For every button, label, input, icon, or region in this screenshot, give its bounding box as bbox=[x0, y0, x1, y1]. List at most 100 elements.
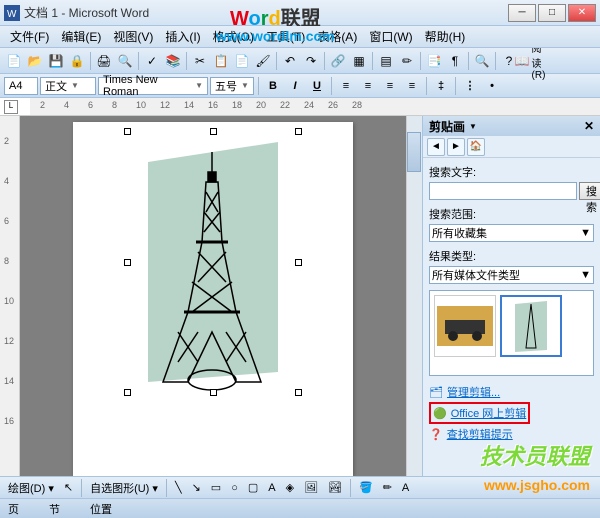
document-area[interactable] bbox=[20, 116, 406, 476]
taskpane-close-button[interactable]: ✕ bbox=[584, 119, 594, 133]
font-color-button[interactable]: A bbox=[398, 480, 413, 496]
resize-handle-ml[interactable] bbox=[124, 259, 131, 266]
type-label: 结果类型: bbox=[429, 248, 594, 264]
drawing-button[interactable]: ✏ bbox=[397, 51, 417, 71]
search-button[interactable]: 搜索 bbox=[579, 182, 600, 200]
redo-button[interactable]: ↷ bbox=[301, 51, 321, 71]
close-button[interactable]: ✕ bbox=[568, 4, 596, 22]
justify-button[interactable]: ≡ bbox=[402, 76, 422, 96]
autoshapes-menu[interactable]: 自选图形(U) ▾ bbox=[86, 478, 162, 498]
show-button[interactable]: ¶ bbox=[445, 51, 465, 71]
save-button[interactable]: 💾 bbox=[46, 51, 66, 71]
drawing-toolbar: 绘图(D) ▾ ↖ 自选图形(U) ▾ ╲ ↘ ▭ ○ ▢ A ◈ 🖼 🏞 🪣 … bbox=[0, 476, 600, 498]
italic-button[interactable]: I bbox=[285, 76, 305, 96]
diagram-button[interactable]: ◈ bbox=[282, 479, 298, 496]
size-dropdown[interactable]: 五号▼ bbox=[210, 77, 254, 95]
permissions-button[interactable]: 🔒 bbox=[67, 51, 87, 71]
wordart-button[interactable]: A bbox=[264, 480, 279, 496]
underline-button[interactable]: U bbox=[307, 76, 327, 96]
menu-window[interactable]: 窗口(W) bbox=[363, 26, 418, 47]
zoom-button[interactable]: 🔍 bbox=[472, 51, 492, 71]
resize-handle-mr[interactable] bbox=[295, 259, 302, 266]
cut-button[interactable]: ✂ bbox=[190, 51, 210, 71]
horizontal-ruler[interactable]: L 2 4 6 8 10 12 14 16 18 20 22 24 26 28 bbox=[0, 98, 600, 116]
scope-dropdown[interactable]: 所有收藏集▼ bbox=[429, 224, 594, 242]
bullets-button[interactable]: • bbox=[482, 76, 502, 96]
clipart-thumb-eiffel[interactable] bbox=[500, 295, 562, 357]
minimize-button[interactable]: ─ bbox=[508, 4, 536, 22]
resize-handle-br[interactable] bbox=[295, 389, 302, 396]
numbering-button[interactable]: ⋮ bbox=[460, 76, 480, 96]
style-dropdown[interactable]: 正文▼ bbox=[40, 77, 96, 95]
page[interactable] bbox=[73, 122, 353, 476]
open-button[interactable]: 📂 bbox=[25, 51, 45, 71]
read-button[interactable]: 📖阅读(R) bbox=[520, 51, 540, 71]
menubar: 文件(F) 编辑(E) 视图(V) 插入(I) 格式(O) 工具(T) 表格(A… bbox=[0, 26, 600, 48]
align-center-button[interactable]: ≡ bbox=[358, 76, 378, 96]
select-objects-button[interactable]: ↖ bbox=[60, 479, 77, 496]
bold-button[interactable]: B bbox=[263, 76, 283, 96]
nav-home-button[interactable]: 🏠 bbox=[467, 138, 485, 156]
clipart-button[interactable]: 🖼 bbox=[300, 479, 322, 496]
new-button[interactable]: 📄 bbox=[4, 51, 24, 71]
rectangle-button[interactable]: ▭ bbox=[207, 479, 225, 496]
find-tips-link[interactable]: ❓ 查找剪辑提示 bbox=[429, 424, 594, 444]
tab-selector[interactable]: L bbox=[4, 100, 18, 114]
paste-button[interactable]: 📄 bbox=[232, 51, 252, 71]
status-position: 位置 bbox=[90, 501, 112, 517]
resize-handle-bl[interactable] bbox=[124, 389, 131, 396]
scroll-thumb[interactable] bbox=[407, 132, 421, 172]
style-prefix-dropdown[interactable]: A4 bbox=[4, 77, 38, 95]
arrow-button[interactable]: ↘ bbox=[188, 479, 205, 496]
textbox-button[interactable]: ▢ bbox=[244, 479, 262, 496]
draw-menu[interactable]: 绘图(D) ▾ bbox=[4, 478, 58, 498]
statusbar: 页 节 位置 bbox=[0, 498, 600, 518]
oval-button[interactable]: ○ bbox=[227, 480, 242, 496]
menu-file[interactable]: 文件(F) bbox=[4, 26, 55, 47]
search-input[interactable] bbox=[429, 182, 577, 200]
vertical-scrollbar[interactable] bbox=[406, 116, 422, 476]
menu-help[interactable]: 帮助(H) bbox=[419, 26, 472, 47]
spell-button[interactable]: ✓ bbox=[142, 51, 162, 71]
menu-view[interactable]: 视图(V) bbox=[107, 26, 159, 47]
nav-forward-button[interactable]: ► bbox=[447, 138, 465, 156]
selected-clipart[interactable] bbox=[128, 132, 298, 392]
fill-color-button[interactable]: 🪣 bbox=[355, 479, 377, 496]
format-painter-button[interactable]: 🖌 bbox=[253, 51, 273, 71]
undo-button[interactable]: ↶ bbox=[280, 51, 300, 71]
taskpane-links: 🗂 管理剪辑... 🟢 Office 网上剪辑 ❓ 查找剪辑提示 bbox=[429, 382, 594, 444]
word-icon: W bbox=[4, 5, 20, 21]
resize-handle-bm[interactable] bbox=[210, 389, 217, 396]
font-dropdown[interactable]: Times New Roman▼ bbox=[98, 77, 208, 95]
doc-map-button[interactable]: 📑 bbox=[424, 51, 444, 71]
search-label: 搜索文字: bbox=[429, 164, 594, 180]
office-online-link[interactable]: 🟢 Office 网上剪辑 bbox=[429, 402, 530, 424]
url-watermark: www.wordlm.com bbox=[216, 28, 335, 44]
picture-button[interactable]: 🏞 bbox=[324, 479, 346, 496]
copy-button[interactable]: 📋 bbox=[211, 51, 231, 71]
columns-button[interactable]: ▤ bbox=[376, 51, 396, 71]
menu-edit[interactable]: 编辑(E) bbox=[55, 26, 107, 47]
resize-handle-tr[interactable] bbox=[295, 128, 302, 135]
menu-insert[interactable]: 插入(I) bbox=[159, 26, 206, 47]
results-panel bbox=[429, 290, 594, 376]
table-button[interactable]: ▦ bbox=[349, 51, 369, 71]
maximize-button[interactable]: □ bbox=[538, 4, 566, 22]
align-right-button[interactable]: ≡ bbox=[380, 76, 400, 96]
line-button[interactable]: ╲ bbox=[171, 479, 186, 496]
manage-clips-link[interactable]: 🗂 管理剪辑... bbox=[429, 382, 594, 402]
line-color-button[interactable]: ✏ bbox=[379, 479, 396, 496]
resize-handle-tm[interactable] bbox=[210, 128, 217, 135]
resize-handle-tl[interactable] bbox=[124, 128, 131, 135]
titlebar: W 文档 1 - Microsoft Word Word联盟 ─ □ ✕ bbox=[0, 0, 600, 26]
type-dropdown[interactable]: 所有媒体文件类型▼ bbox=[429, 266, 594, 284]
research-button[interactable]: 📚 bbox=[163, 51, 183, 71]
nav-back-button[interactable]: ◄ bbox=[427, 138, 445, 156]
line-spacing-button[interactable]: ‡ bbox=[431, 76, 451, 96]
vertical-ruler[interactable]: 2 4 6 8 10 12 14 16 bbox=[0, 116, 20, 476]
print-button[interactable]: 🖨 bbox=[94, 51, 114, 71]
align-left-button[interactable]: ≡ bbox=[336, 76, 356, 96]
preview-button[interactable]: 🔍 bbox=[115, 51, 135, 71]
hyperlink-button[interactable]: 🔗 bbox=[328, 51, 348, 71]
clipart-thumb-car[interactable] bbox=[434, 295, 496, 357]
